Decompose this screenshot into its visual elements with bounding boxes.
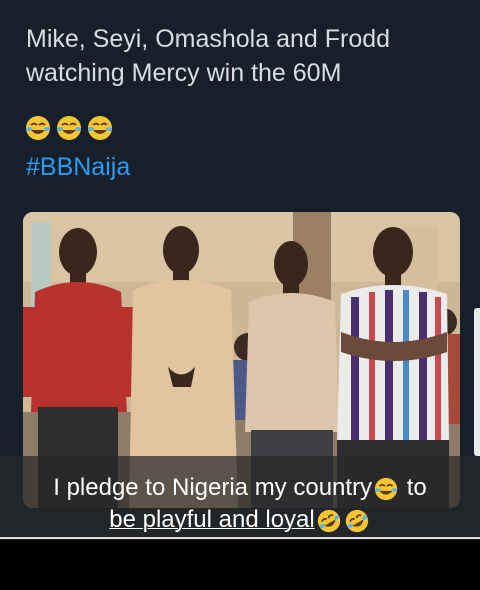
emoji-row — [24, 114, 114, 144]
face-with-tears-of-joy-icon — [88, 116, 112, 140]
rolling-on-floor-laughing-icon — [345, 509, 368, 532]
caption-line-2-text: be playful and loyal — [109, 506, 315, 533]
scroll-handle[interactable] — [474, 308, 480, 456]
rolling-on-floor-laughing-icon — [317, 509, 340, 532]
caption-line-2: be playful and loyal — [0, 504, 480, 536]
divider — [0, 537, 480, 539]
face-with-tears-of-joy-icon — [374, 477, 398, 500]
hashtag-link[interactable]: #BBNaija — [26, 150, 130, 184]
face-with-tears-of-joy-icon — [26, 116, 50, 140]
face-with-tears-of-joy-icon — [57, 116, 81, 140]
caption-line-1-text: I pledge to Nigeria my country — [53, 474, 373, 501]
tweet-text: Mike, Seyi, Omashola and Frodd watching … — [26, 22, 456, 90]
tweet-line-1: Mike, Seyi, Omashola and Frodd — [26, 25, 391, 53]
tweet-line-2: watching Mercy win the 60M — [26, 59, 342, 87]
caption-line-1-suffix: to — [400, 474, 427, 501]
caption-line-1: I pledge to Nigeria my country to — [0, 472, 480, 504]
meme-caption: I pledge to Nigeria my country to be pla… — [0, 472, 480, 536]
